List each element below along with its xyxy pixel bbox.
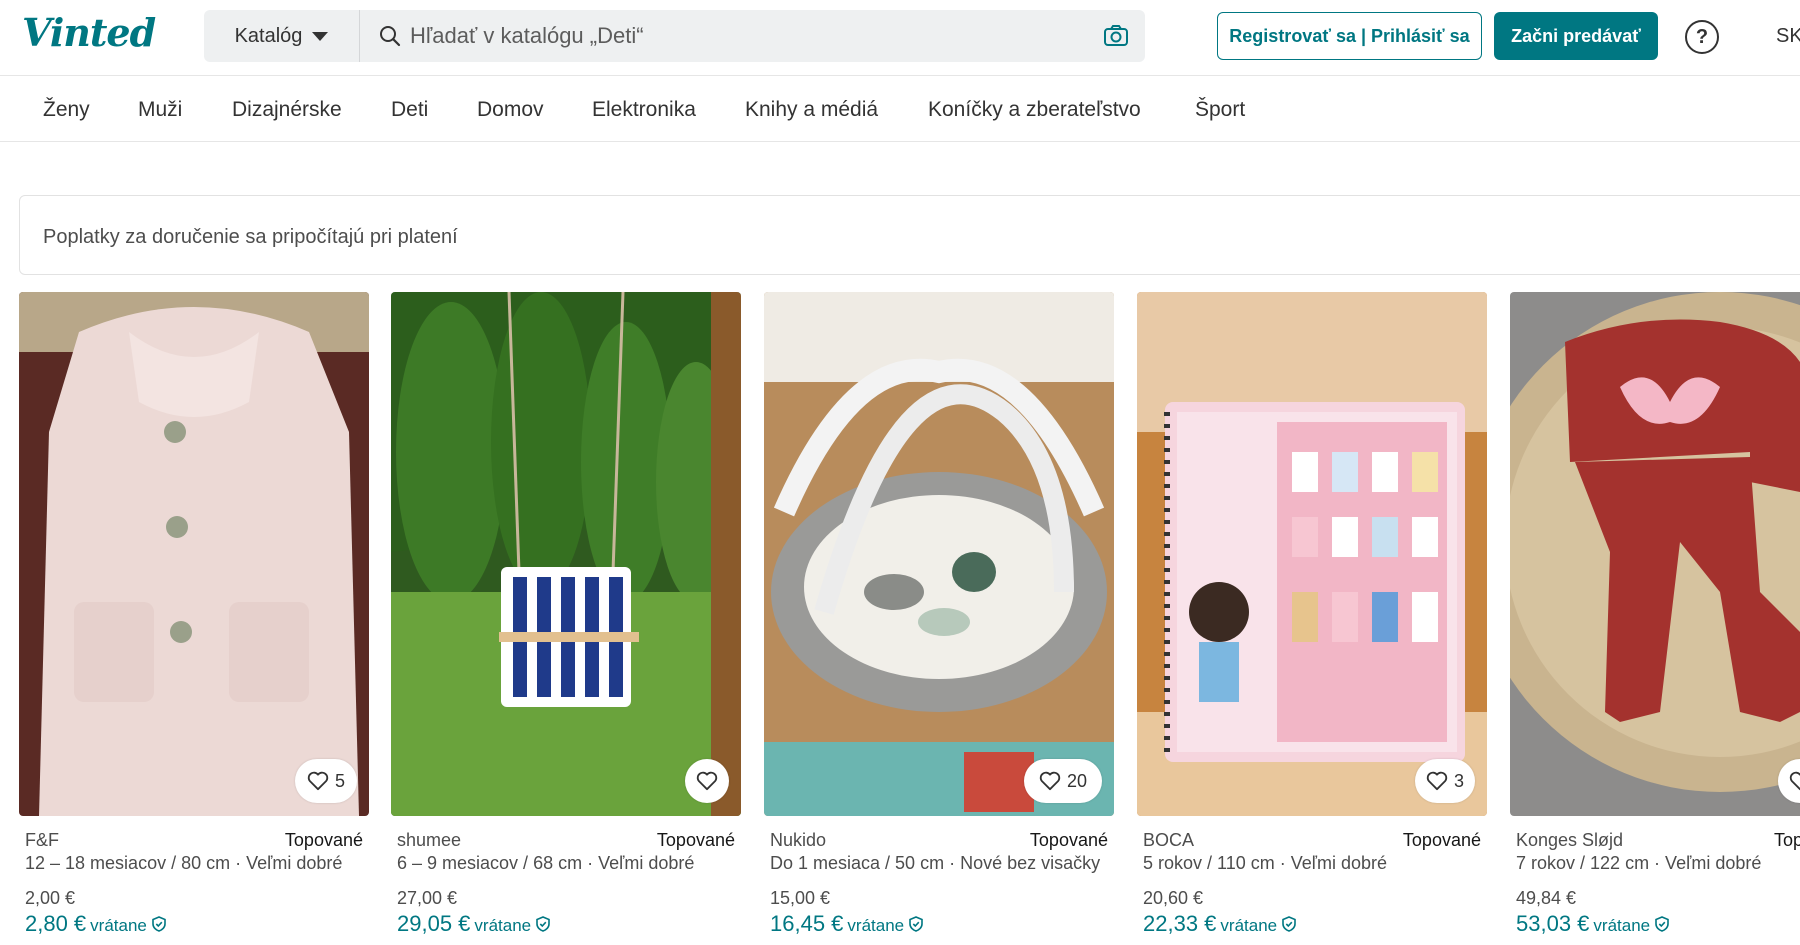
camera-icon[interactable]	[1103, 23, 1129, 49]
favorite-count: 3	[1453, 770, 1464, 791]
item-price: 49,84 €	[1516, 888, 1577, 908]
help-icon[interactable]: ?	[1685, 20, 1719, 54]
category-zeny[interactable]: Ženy	[43, 98, 90, 122]
item-size-condition: 5 rokov / 110 cm · Veľmi dobré	[1143, 853, 1388, 873]
favorite-button[interactable]: 3	[1415, 759, 1475, 803]
item-price: 27,00 €	[397, 888, 458, 908]
favorite-button[interactable]: 5	[295, 759, 357, 803]
category-konicky[interactable]: Koníčky a zberateľstvo	[928, 98, 1141, 122]
item-brand: Konges Sløjd	[1516, 830, 1624, 850]
sell-button[interactable]: Začni predávať	[1494, 12, 1658, 60]
heart-icon	[1426, 771, 1448, 791]
category-dizajnerske[interactable]: Dizajnérske	[232, 98, 342, 122]
item-total-price[interactable]: 22,33 € vrátane	[1143, 911, 1297, 937]
favorite-count: 20	[1066, 770, 1088, 791]
category-nav: Ženy Muži Dizajnérske Deti Domov Elektro…	[0, 76, 1800, 142]
category-knihy-a-media[interactable]: Knihy a médiá	[745, 98, 878, 122]
promoted-badge: Topované	[656, 830, 735, 850]
chevron-down-icon	[312, 31, 329, 41]
included-label: vrátane	[1593, 916, 1651, 935]
item-brand: Nukido	[770, 830, 827, 850]
vinted-logo[interactable]: Vinted	[22, 10, 156, 55]
heart-icon	[696, 771, 718, 791]
header: Vinted Katalóg Registrovať sa | Prihlási…	[0, 0, 1800, 76]
item-total-price[interactable]: 2,80 € vrátane	[25, 911, 167, 937]
category-elektronika[interactable]: Elektronika	[592, 98, 696, 122]
item-brand: shumee	[397, 830, 462, 850]
item-total-price[interactable]: 53,03 € vrátane	[1516, 911, 1670, 937]
shield-icon	[536, 916, 550, 932]
product-card[interactable]: 5 F&F Topované 12 – 18 mesiacov / 80 cm …	[19, 292, 369, 945]
catalog-dropdown[interactable]: Katalóg	[204, 10, 360, 62]
item-size-condition: Do 1 mesiaca / 50 cm · Nové bez visačky	[770, 853, 1101, 873]
item-price: 2,00 €	[25, 888, 76, 908]
included-label: vrátane	[474, 916, 532, 935]
search-icon	[380, 26, 401, 47]
shipping-notice-text: Poplatky za doručenie sa pripočítajú pri…	[43, 226, 458, 248]
promoted-badge: Topované	[1774, 830, 1800, 850]
product-image-play-mat[interactable]: 20	[764, 292, 1114, 816]
search-bar: Katalóg	[204, 10, 1145, 62]
item-price: 15,00 €	[770, 888, 831, 908]
heart-icon	[307, 771, 329, 791]
item-price: 20,60 €	[1143, 888, 1204, 908]
included-label: vrátane	[90, 916, 147, 935]
item-total-price[interactable]: 29,05 € vrátane	[397, 911, 551, 937]
item-brand: F&F	[25, 830, 59, 850]
product-image-activity-book[interactable]: 3	[1137, 292, 1487, 816]
favorite-count: 5	[334, 770, 345, 791]
category-sport[interactable]: Šport	[1195, 98, 1245, 122]
shield-icon	[1282, 916, 1296, 932]
category-deti[interactable]: Deti	[391, 98, 428, 122]
language-selector[interactable]: SK	[1776, 25, 1800, 48]
included-label: vrátane	[1220, 916, 1278, 935]
item-brand: BOCA	[1143, 830, 1195, 850]
promoted-badge: Topované	[284, 830, 363, 850]
shield-icon	[152, 916, 166, 932]
item-size-condition: 7 rokov / 122 cm · Veľmi dobré	[1516, 853, 1762, 873]
product-card[interactable]: Konges Sløjd Topované 7 rokov / 122 cm ·…	[1510, 292, 1800, 945]
total-price: 22,33 €	[1143, 911, 1217, 936]
promoted-badge: Topované	[1029, 830, 1108, 850]
product-image-jacket[interactable]: 5	[19, 292, 369, 816]
search-input[interactable]	[410, 18, 1080, 54]
catalog-label: Katalóg	[234, 24, 303, 47]
shield-icon	[909, 916, 923, 932]
product-image-swing[interactable]	[391, 292, 741, 816]
promoted-badge: Topované	[1402, 830, 1481, 850]
product-card[interactable]: shumee Topované 6 – 9 mesiacov / 68 cm ·…	[391, 292, 741, 945]
category-muzi[interactable]: Muži	[138, 98, 182, 122]
included-label: vrátane	[847, 916, 905, 935]
total-price: 53,03 €	[1516, 911, 1590, 936]
item-size-condition: 12 – 18 mesiacov / 80 cm · Veľmi dobré	[25, 853, 343, 873]
item-total-price[interactable]: 16,45 € vrátane	[770, 911, 924, 937]
total-price: 16,45 €	[770, 911, 844, 936]
product-card[interactable]: 3 BOCA Topované 5 rokov / 110 cm · Veľmi…	[1137, 292, 1487, 945]
favorite-button[interactable]	[685, 759, 729, 803]
favorite-button[interactable]: 20	[1024, 759, 1102, 803]
total-price: 29,05 €	[397, 911, 471, 936]
total-price: 2,80 €	[25, 911, 87, 936]
product-image-tracksuit[interactable]	[1510, 292, 1800, 816]
item-size-condition: 6 – 9 mesiacov / 68 cm · Veľmi dobré	[397, 853, 695, 873]
heart-icon	[1789, 771, 1800, 791]
shipping-notice: Poplatky za doručenie sa pripočítajú pri…	[19, 195, 1800, 275]
register-login-button[interactable]: Registrovať sa | Prihlásiť sa	[1217, 12, 1482, 60]
heart-icon	[1039, 771, 1061, 791]
category-domov[interactable]: Domov	[477, 98, 544, 122]
product-card[interactable]: 20 Nukido Topované Do 1 mesiaca / 50 cm …	[764, 292, 1114, 945]
shield-icon	[1655, 916, 1669, 932]
